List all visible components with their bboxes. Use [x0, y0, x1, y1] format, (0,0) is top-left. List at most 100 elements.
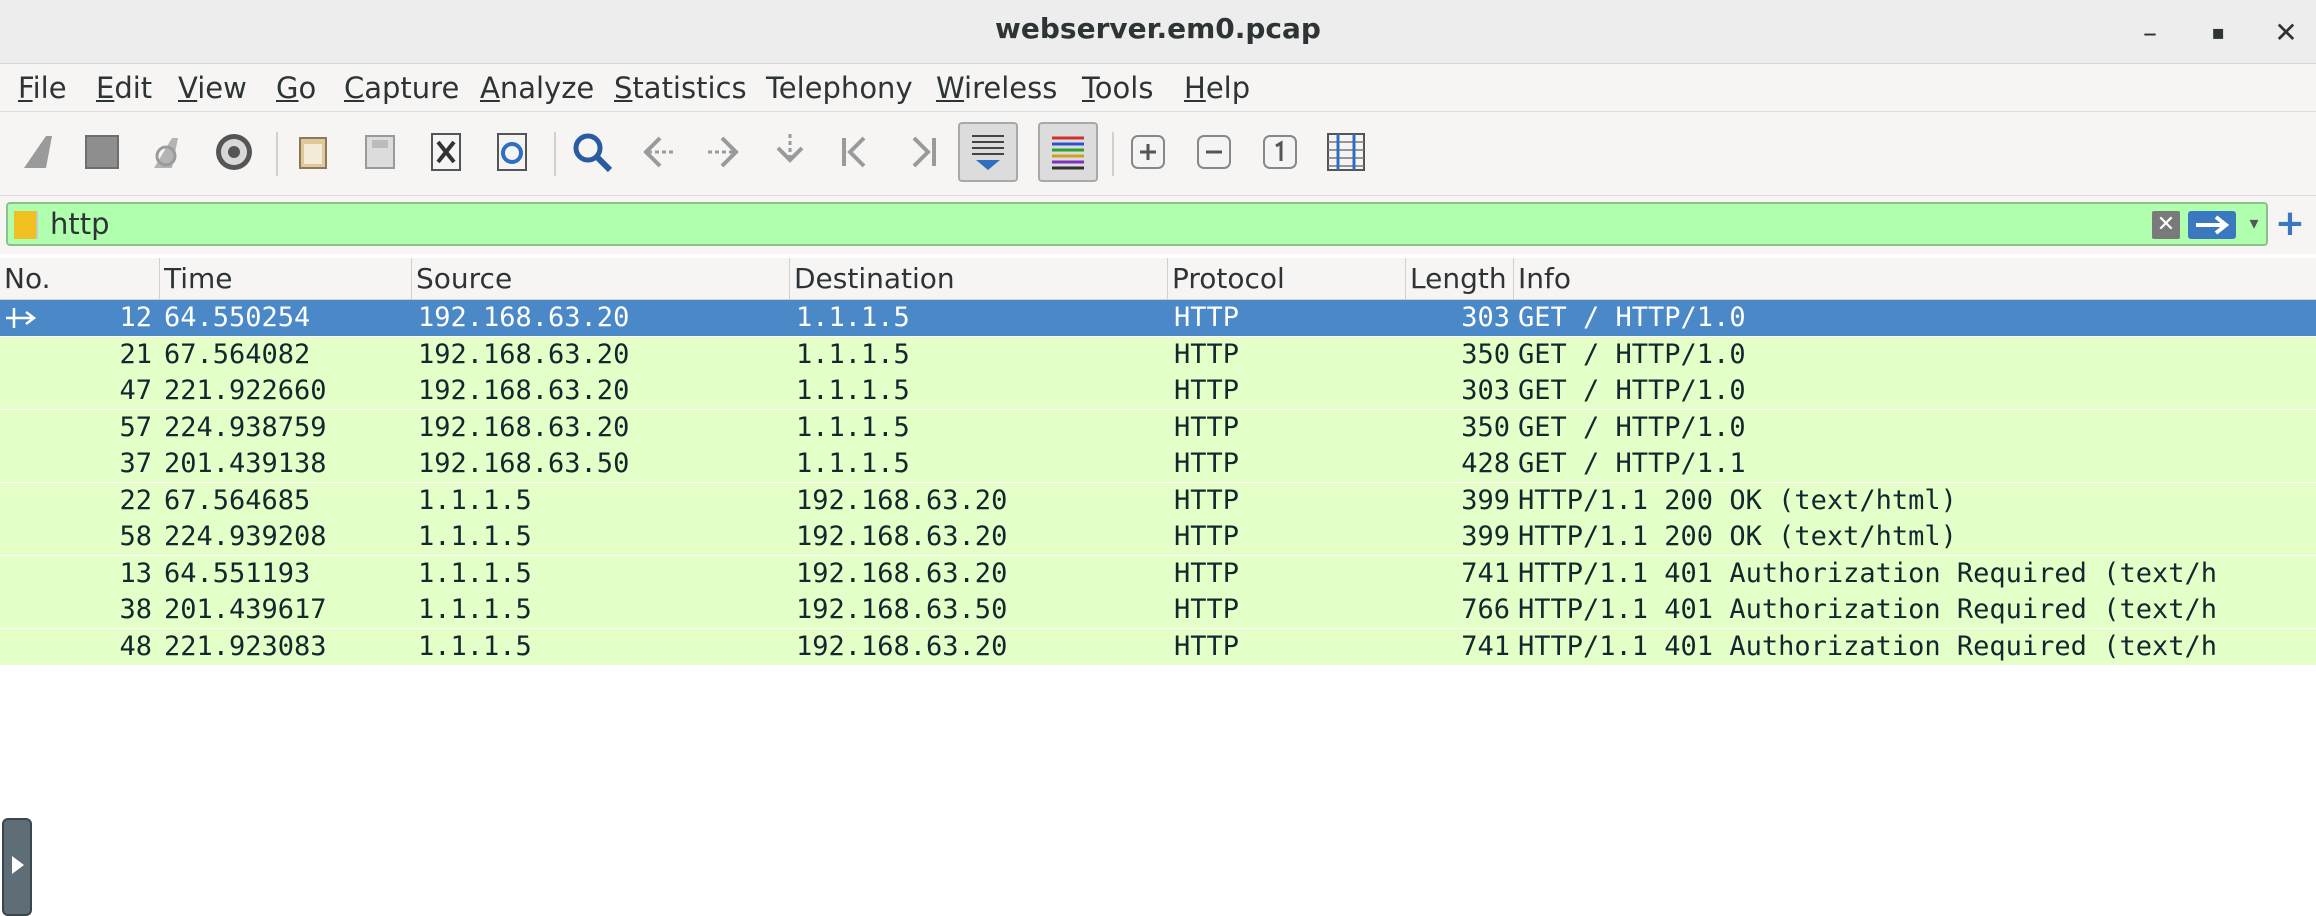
column-header-no[interactable]: No.: [0, 258, 160, 300]
maximize-button[interactable]: ▪: [2196, 10, 2240, 54]
stop-capture-icon: [85, 135, 119, 169]
menu-analyze[interactable]: Analyze: [480, 70, 594, 106]
restart-capture-button[interactable]: [136, 122, 196, 182]
menu-edit[interactable]: Edit: [96, 70, 152, 106]
save-file-button[interactable]: [350, 122, 410, 182]
cell-time: 221.923083: [164, 630, 327, 662]
packet-row[interactable]: 47 221.922660 192.168.63.20 1.1.1.5 HTTP…: [0, 373, 2316, 409]
cell-no: 13: [119, 557, 152, 589]
filter-history-dropdown[interactable]: ▾: [2244, 208, 2264, 240]
go-to-packet-button[interactable]: [760, 122, 820, 182]
packet-row[interactable]: 38 201.439617 1.1.1.5 192.168.63.50 HTTP…: [0, 592, 2316, 628]
column-header-time[interactable]: Time: [160, 258, 412, 300]
cell-destination: 1.1.1.5: [796, 302, 910, 333]
packet-row[interactable]: 58 224.939208 1.1.1.5 192.168.63.20 HTTP…: [0, 519, 2316, 555]
display-filter-input[interactable]: [50, 204, 2130, 244]
menu-help[interactable]: Help: [1184, 70, 1250, 106]
close-file-button[interactable]: [416, 122, 476, 182]
cell-time: 224.939208: [164, 521, 327, 552]
cell-source: 1.1.1.5: [418, 594, 532, 625]
resize-columns-button[interactable]: [1316, 122, 1376, 182]
resize-columns-icon: [1327, 133, 1365, 171]
zoom-in-icon: [1131, 135, 1165, 169]
last-packet-button[interactable]: [892, 122, 952, 182]
column-header-destination[interactable]: Destination: [790, 258, 1168, 300]
packet-list: No. Time Source Destination Protocol Len…: [0, 254, 2316, 916]
menu-mnemonic: C: [344, 71, 365, 105]
cell-info: HTTP/1.1 401 Authorization Required (tex…: [1518, 594, 2217, 625]
find-packet-button[interactable]: [562, 122, 622, 182]
capture-options-icon: [216, 134, 252, 170]
first-packet-icon: [842, 136, 866, 168]
menu-label: apture: [364, 71, 460, 105]
toolbar-separator: [276, 132, 278, 176]
column-header-source[interactable]: Source: [412, 258, 790, 300]
cell-no: 58: [119, 521, 152, 552]
capture-options-button[interactable]: [204, 122, 264, 182]
menu-label: tatistics: [632, 71, 747, 105]
zoom-in-button[interactable]: [1118, 122, 1178, 182]
add-filter-button[interactable]: +: [2272, 206, 2308, 242]
menu-mnemonic: V: [178, 71, 198, 105]
cell-source: 1.1.1.5: [418, 630, 532, 662]
cell-protocol: HTTP: [1174, 557, 1240, 589]
column-header-info[interactable]: Info: [1514, 258, 2316, 300]
cell-time: 201.439617: [164, 594, 327, 625]
cell-time: 67.564685: [164, 484, 311, 516]
cell-protocol: HTTP: [1174, 594, 1240, 625]
autoscroll-button[interactable]: [958, 122, 1018, 182]
cell-time: 201.439138: [164, 448, 327, 479]
cell-protocol: HTTP: [1174, 521, 1240, 552]
menu-mnemonic: W: [936, 71, 965, 105]
column-header-length[interactable]: Length: [1406, 258, 1514, 300]
menu-statistics[interactable]: Statistics: [614, 70, 747, 106]
menu-view[interactable]: View: [178, 70, 247, 106]
menu-mnemonic: H: [1184, 71, 1206, 105]
arrow-right-icon: [2196, 215, 2230, 235]
first-packet-button[interactable]: [826, 122, 886, 182]
minimize-button[interactable]: –: [2128, 10, 2172, 54]
menu-mnemonic: E: [96, 71, 115, 105]
packet-row[interactable]: 37 201.439138 192.168.63.50 1.1.1.5 HTTP…: [0, 446, 2316, 482]
column-header-protocol[interactable]: Protocol: [1168, 258, 1406, 300]
menu-telephony[interactable]: Telephony: [766, 70, 913, 106]
zoom-out-button[interactable]: [1184, 122, 1244, 182]
menu-tools[interactable]: Tools: [1082, 70, 1153, 106]
menu-go[interactable]: Go: [276, 70, 316, 106]
cell-length: 766: [1461, 594, 1510, 625]
menu-bar: File Edit View Go Capture Analyze Statis…: [0, 64, 2316, 112]
packet-row[interactable]: 21 67.564082 192.168.63.20 1.1.1.5 HTTP …: [0, 336, 2316, 373]
menu-wireless[interactable]: Wireless: [936, 70, 1057, 106]
packet-row[interactable]: 13 64.551193 1.1.1.5 192.168.63.20 HTTP …: [0, 555, 2316, 592]
packet-row[interactable]: 12 64.550254 192.168.63.20 1.1.1.5 HTTP …: [0, 300, 2316, 336]
cell-no: 48: [119, 630, 152, 662]
cell-source: 1.1.1.5: [418, 484, 532, 516]
autoscroll-icon: [972, 135, 1004, 170]
colorize-button[interactable]: [1038, 122, 1098, 182]
packet-row[interactable]: 57 224.938759 192.168.63.20 1.1.1.5 HTTP…: [0, 409, 2316, 446]
packet-row[interactable]: 22 67.564685 1.1.1.5 192.168.63.20 HTTP …: [0, 482, 2316, 519]
reload-file-button[interactable]: [482, 122, 542, 182]
cell-destination: 192.168.63.20: [796, 521, 1008, 552]
go-back-icon: [643, 136, 674, 168]
menu-file[interactable]: File: [18, 70, 67, 106]
go-forward-button[interactable]: [694, 122, 754, 182]
menu-capture[interactable]: Capture: [344, 70, 459, 106]
menu-mnemonic: T: [1082, 71, 1095, 105]
normal-size-button[interactable]: [1250, 122, 1310, 182]
clear-filter-icon[interactable]: ✕: [2152, 211, 2180, 239]
close-button[interactable]: ✕: [2264, 10, 2308, 54]
last-packet-icon: [912, 136, 936, 168]
apply-filter-button[interactable]: [2188, 211, 2236, 239]
open-file-button[interactable]: [284, 122, 344, 182]
toolbar-separator: [554, 132, 556, 176]
cell-info: HTTP/1.1 200 OK (text/html): [1518, 521, 1957, 552]
packet-row[interactable]: 48 221.923083 1.1.1.5 192.168.63.20 HTTP…: [0, 628, 2316, 665]
expand-handle[interactable]: [2, 818, 32, 916]
bookmark-icon[interactable]: [14, 211, 38, 239]
cell-destination: 192.168.63.20: [796, 630, 1008, 662]
start-capture-button[interactable]: [8, 122, 68, 182]
go-back-button[interactable]: [628, 122, 688, 182]
stop-capture-button[interactable]: [72, 122, 132, 182]
menu-label: elp: [1205, 71, 1251, 105]
